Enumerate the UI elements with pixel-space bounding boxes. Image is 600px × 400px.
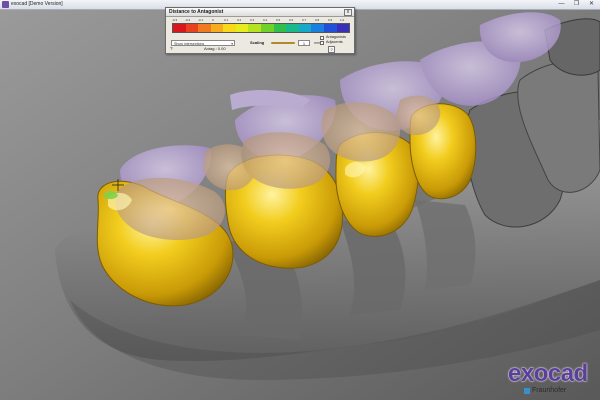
fraunhofer-logo-icon — [524, 388, 530, 394]
colorbar-scale-labels: -0.3 -0.2 -0.1 0 0.1 0.2 0.3 0.4 0.5 0.6… — [172, 18, 348, 22]
colorbar-swatch — [198, 24, 211, 32]
colorbar-swatch — [336, 24, 350, 32]
colorbar-swatch — [185, 24, 199, 32]
scale-label: 0.1 — [224, 18, 229, 22]
help-icon[interactable]: ? — [170, 46, 173, 52]
dialog-title: Distance to Antagonist — [169, 9, 224, 15]
close-window-button[interactable]: ✕ — [586, 1, 597, 8]
colorbar-swatch — [235, 24, 249, 32]
window-title: exocad [Demo Version] — [11, 1, 63, 7]
colorbar-swatch — [311, 24, 324, 32]
scale-label: 0.8 — [315, 18, 320, 22]
distance-colorbar — [172, 23, 350, 33]
distance-to-antagonist-dialog: Distance to Antagonist x -0.3 -0.2 -0.1 … — [165, 7, 355, 54]
app-icon — [2, 1, 9, 8]
antagonists-checkbox[interactable] — [320, 36, 324, 40]
colorbar-swatch — [248, 24, 262, 32]
scale-label: 0.4 — [263, 18, 268, 22]
dialog-title-bar[interactable]: Distance to Antagonist x — [166, 8, 354, 17]
scale-label: 0.3 — [250, 18, 255, 22]
colorbar-swatch — [298, 24, 312, 32]
fraunhofer-logo-text: Fraunhofer — [532, 387, 567, 394]
dialog-close-button[interactable]: x — [344, 9, 352, 16]
minimize-button[interactable]: — — [556, 1, 567, 8]
help-button[interactable]: ? — [328, 46, 335, 53]
colorbar-swatch — [323, 24, 337, 32]
application-window: exocad [Demo Version] — ❐ ✕ Distance to … — [0, 0, 600, 400]
exocad-logo-text: exocad — [508, 360, 588, 387]
scale-label: 0.9 — [328, 18, 333, 22]
scale-label: 0.6 — [289, 18, 294, 22]
adjacents-checkbox[interactable] — [320, 41, 324, 45]
colorbar-swatch — [173, 24, 186, 32]
show-mode-value: Show intersections — [174, 42, 205, 46]
exocad-logo: exocad Fraunhofer — [508, 361, 598, 399]
scale-label: 0.5 — [276, 18, 281, 22]
maximize-button[interactable]: ❐ — [571, 1, 582, 8]
scale-label: -0.1 — [198, 18, 204, 22]
colorbar-swatch — [210, 24, 224, 32]
antagonist-distance-readout: Antag.: 0.00 — [204, 46, 226, 51]
scale-label: 0 — [212, 18, 214, 22]
scaling-value-field[interactable]: 1 — [298, 40, 310, 46]
scale-label: -0.2 — [185, 18, 191, 22]
colorbar-swatch — [286, 24, 299, 32]
scale-label: 0.2 — [237, 18, 242, 22]
scale-label: -0.3 — [172, 18, 178, 22]
chevron-down-icon: ▾ — [231, 42, 233, 46]
3d-viewport[interactable] — [0, 0, 600, 400]
colorbar-swatch — [273, 24, 287, 32]
scaling-slider[interactable] — [271, 42, 295, 44]
colorbar-swatch — [261, 24, 274, 32]
scaling-label: Scaling — [250, 40, 265, 45]
scale-label: 1.0 — [340, 18, 345, 22]
colorbar-swatch — [223, 24, 236, 32]
scale-label: 0.7 — [302, 18, 307, 22]
adjacents-checkbox-label: Adjacents — [326, 40, 343, 44]
